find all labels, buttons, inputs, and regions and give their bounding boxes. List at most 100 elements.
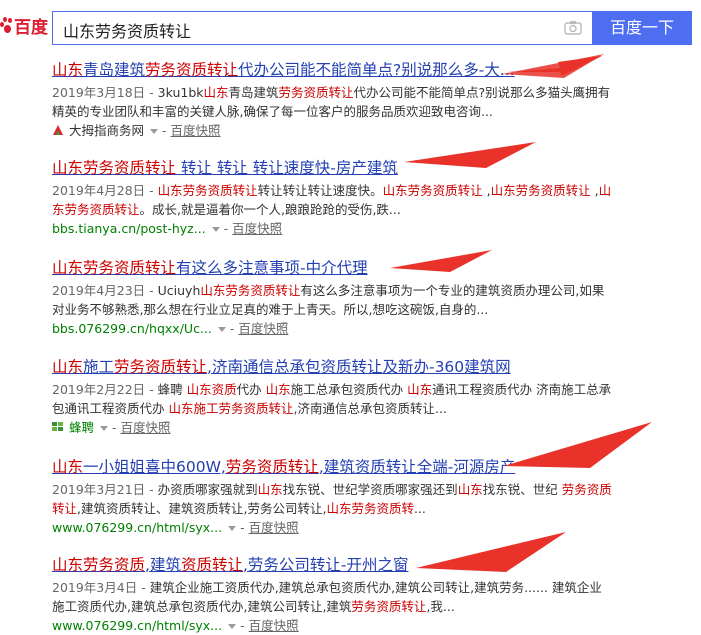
- separator: -: [240, 520, 245, 535]
- text-segment: ,建筑: [145, 556, 181, 574]
- annotation-arrow-icon: [504, 422, 652, 468]
- text-segment: ,建筑资质转让全端-河源房产: [318, 458, 516, 476]
- keyword-highlight: 山东施工劳务资质转让: [168, 401, 294, 416]
- text-segment: 蜂聘: [157, 382, 187, 397]
- keyword-highlight: 山东: [52, 458, 84, 476]
- cache-link[interactable]: 百度快照: [121, 420, 171, 435]
- text-segment: 一小姐姐喜中600W,: [83, 458, 226, 476]
- text-segment: ,: [590, 183, 599, 198]
- camera-icon[interactable]: [564, 20, 582, 35]
- result-abstract: 2019年2月22日 - 蜂聘 山东资质代办 山东施工总承包资质代办 山东通讯工…: [52, 380, 612, 418]
- result-url-row: www.076299.cn/html/syx... - 百度快照: [52, 617, 612, 635]
- result-date: 2019年2月22日 -: [52, 382, 158, 397]
- text-segment: 办资质哪家强就到: [157, 482, 258, 497]
- dropdown-caret-icon[interactable]: [217, 326, 226, 332]
- result-abstract: 2019年4月23日 - Uciuyh山东劳务资质转让有这么多注意事项为一个专业…: [52, 281, 612, 319]
- search-result: 山东劳务资质转让有这么多注意事项-中介代理 2019年4月23日 - Uciuy…: [52, 258, 612, 338]
- text-segment: ,我...: [426, 599, 455, 614]
- keyword-highlight: 劳务资质转让: [278, 85, 354, 100]
- text-segment: 转让 转让 转让速度快-房产建筑: [176, 159, 398, 177]
- separator: -: [162, 123, 167, 138]
- dropdown-caret-icon[interactable]: [228, 623, 237, 629]
- text-segment: 转让转让转让速度快。: [257, 183, 383, 198]
- result-abstract: 2019年3月4日 - 建筑企业施工资质代办,建筑总承包资质代办,建筑公司转让,…: [52, 578, 612, 616]
- dropdown-caret-icon[interactable]: [150, 128, 159, 134]
- result-date: 2019年4月23日 -: [52, 283, 158, 298]
- cache-link[interactable]: 百度快照: [232, 221, 282, 236]
- keyword-highlight: 山东劳务资质转让: [490, 183, 591, 198]
- annotation-arrow-icon: [416, 532, 566, 572]
- text-segment: 3ku1bk: [157, 85, 204, 100]
- result-url[interactable]: www.076299.cn/html/syx...: [52, 520, 222, 535]
- result-date: 2019年3月21日 -: [52, 482, 158, 497]
- separator: -: [223, 221, 229, 236]
- cache-link[interactable]: 百度快照: [249, 618, 299, 633]
- keyword-highlight: 资质转让: [180, 556, 243, 574]
- keyword-highlight: 山东: [265, 382, 291, 397]
- search-input[interactable]: 山东劳务资质转让: [63, 18, 191, 42]
- keyword-highlight: 山东: [257, 482, 283, 497]
- paw-icon: [0, 17, 12, 33]
- text-segment: 代办: [236, 382, 266, 397]
- text-segment: ,: [482, 183, 491, 198]
- source-logo-icon: [52, 422, 63, 431]
- result-url[interactable]: bbs.tianya.cn/post-hyz...: [52, 221, 206, 236]
- annotation-arrow-icon: [502, 54, 604, 78]
- text-segment: 青岛建筑: [83, 61, 146, 79]
- text-segment: 找东锐、世纪学资质哪家强还到: [282, 482, 458, 497]
- dropdown-caret-icon[interactable]: [228, 525, 237, 531]
- source-logo-icon: [53, 125, 63, 135]
- cache-link[interactable]: 百度快照: [238, 321, 288, 336]
- keyword-highlight: 山东劳务资质转让: [200, 283, 301, 298]
- keyword-highlight: 山东劳务资质转让: [382, 183, 483, 198]
- text-segment: ,济南通信总承包资质转让及新办-360建筑网: [207, 358, 511, 376]
- keyword-highlight: 劳务资质转让: [114, 358, 208, 376]
- source-name[interactable]: 蜂聘: [69, 420, 94, 435]
- result-date: 2019年3月4日 -: [52, 580, 150, 595]
- keyword-highlight: 山东劳务资质: [52, 556, 146, 574]
- keyword-highlight: 劳务资质转让: [225, 458, 319, 476]
- cache-link[interactable]: 百度快照: [171, 123, 221, 138]
- result-abstract: 2019年4月28日 - 山东劳务资质转让转让转让转让速度快。山东劳务资质转让 …: [52, 181, 612, 219]
- text-segment: ,劳务公司转让-开州之窗: [242, 556, 409, 574]
- keyword-highlight: 山东劳务资质转让: [52, 259, 177, 277]
- keyword-highlight: 山东劳务资质转让: [52, 159, 177, 177]
- result-date: 2019年3月18日 -: [52, 85, 158, 100]
- separator: -: [229, 321, 235, 336]
- keyword-highlight: 山东: [52, 358, 84, 376]
- keyword-highlight: 山东: [457, 482, 483, 497]
- text-segment: ...: [413, 501, 426, 516]
- keyword-highlight: 山东资质: [186, 382, 237, 397]
- text-segment: ,建筑资质转让、建筑资质转让,劳务公司转让,: [77, 501, 327, 516]
- keyword-highlight: 劳务资质转让: [145, 61, 239, 79]
- dropdown-caret-icon[interactable]: [100, 425, 109, 431]
- keyword-highlight: 山东: [52, 61, 84, 79]
- result-url-row: bbs.076299.cn/hqxx/Uc... - 百度快照: [52, 320, 612, 338]
- result-title[interactable]: 山东施工劳务资质转让,济南通信总承包资质转让及新办-360建筑网: [52, 357, 612, 377]
- text-segment: 。成长,就是逼着你一个人,踉踉跄跄的受伤,跌...: [139, 202, 401, 217]
- annotation-arrow-icon: [390, 250, 492, 272]
- keyword-highlight: 山东劳务资质转让: [157, 183, 258, 198]
- keyword-highlight: 山东劳务资质转: [326, 501, 414, 516]
- search-button[interactable]: 百度一下: [592, 11, 692, 45]
- result-title[interactable]: 山东劳务资质转让有这么多注意事项-中介代理: [52, 258, 612, 278]
- text-segment: 找东锐、世纪: [482, 482, 562, 497]
- search-box[interactable]: 山东劳务资质转让: [52, 11, 592, 45]
- cache-link[interactable]: 百度快照: [249, 520, 299, 535]
- text-segment: 施工总承包资质代办: [290, 382, 408, 397]
- dropdown-caret-icon[interactable]: [211, 226, 220, 232]
- result-abstract: 2019年3月18日 - 3ku1bk山东青岛建筑劳务资质转让代办公司能不能简单…: [52, 83, 612, 121]
- text-segment: Uciuyh: [157, 283, 201, 298]
- baidu-logo[interactable]: 百度: [0, 12, 48, 38]
- result-url[interactable]: www.076299.cn/html/syx...: [52, 618, 222, 633]
- result-date: 2019年4月28日 -: [52, 183, 158, 198]
- keyword-highlight: 劳务资质转让: [351, 599, 427, 614]
- search-header: 百度 山东劳务资质转让 百度一下: [0, 0, 701, 50]
- keyword-highlight: 山东: [203, 85, 229, 100]
- logo-text: 百度: [14, 17, 48, 38]
- result-url[interactable]: bbs.076299.cn/hqxx/Uc...: [52, 321, 212, 336]
- text-segment: 施工: [83, 358, 115, 376]
- source-name[interactable]: 大拇指商务网: [69, 123, 144, 138]
- text-segment: ,济南通信总承包资质转让...: [293, 401, 447, 416]
- keyword-highlight: 山东: [407, 382, 433, 397]
